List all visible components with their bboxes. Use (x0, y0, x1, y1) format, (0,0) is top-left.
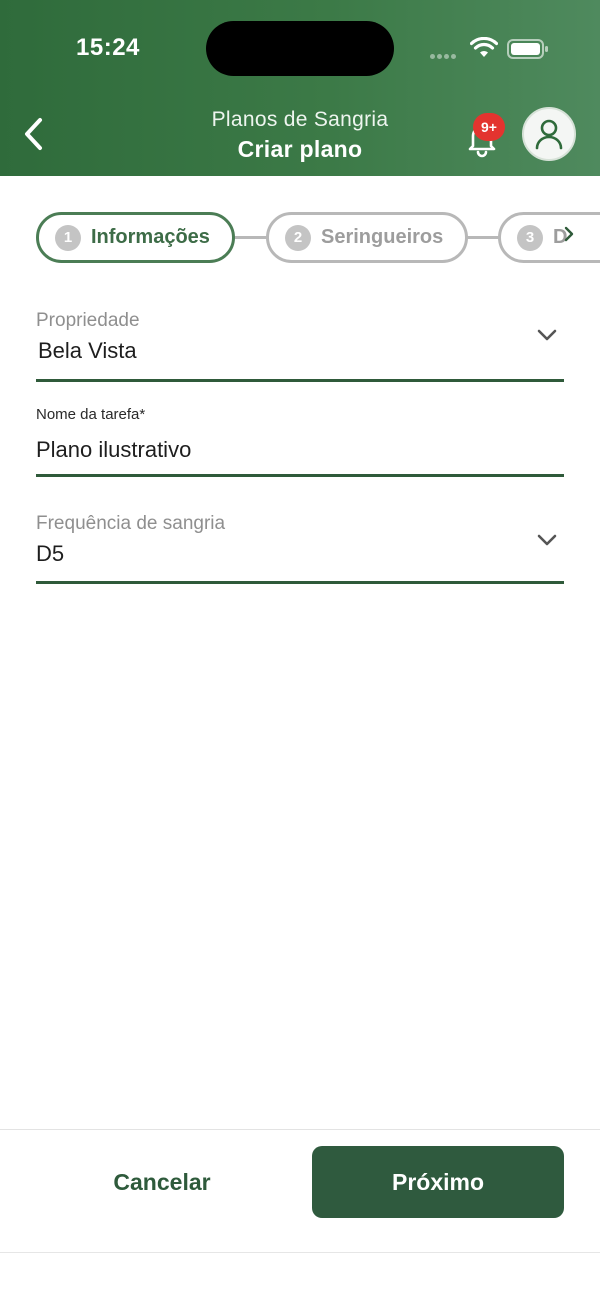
step-seringueiros[interactable]: 2 Seringueiros (266, 212, 468, 263)
property-select[interactable]: Propriedade Bela Vista (36, 310, 564, 382)
user-avatar-button[interactable] (522, 107, 576, 161)
stepper: 1 Informações 2 Seringueiros 3 D (0, 212, 600, 264)
step-connector (465, 236, 501, 239)
property-label: Propriedade (36, 310, 140, 331)
step-number: 3 (517, 224, 543, 251)
step-label: Informações (91, 226, 210, 248)
frequency-label: Frequência de sangria (36, 513, 226, 534)
step-3[interactable]: 3 D (498, 212, 600, 263)
step-number: 2 (285, 224, 311, 251)
back-icon (25, 118, 42, 150)
property-underline (36, 379, 564, 382)
property-value: Bela Vista (38, 338, 137, 363)
back-button[interactable] (18, 114, 54, 154)
header-subtitle: Planos de Sangria (211, 108, 389, 131)
dynamic-island (206, 21, 394, 76)
chevron-down-icon (536, 328, 558, 347)
chevron-right-icon[interactable] (563, 226, 575, 247)
app-screen: 15:24 Planos de Sangria Criar plano 9+ 1… (0, 0, 600, 1304)
footer-divider (0, 1129, 600, 1130)
task-name-field[interactable]: Nome da tarefa* Plano ilustrativo (36, 406, 564, 478)
header-titles: Planos de Sangria Criar plano (150, 108, 450, 163)
task-name-value[interactable]: Plano ilustrativo (36, 437, 564, 463)
frequency-value: D5 (36, 541, 65, 566)
user-icon (535, 119, 563, 150)
step-informacoes[interactable]: 1 Informações (36, 212, 235, 263)
notification-badge: 9+ (473, 113, 505, 141)
step-number: 1 (55, 224, 81, 251)
step-connector (232, 236, 270, 239)
app-header: 15:24 Planos de Sangria Criar plano 9+ (0, 0, 600, 176)
next-button[interactable]: Próximo (312, 1146, 564, 1218)
footer-divider-bottom (0, 1252, 600, 1253)
cancel-button[interactable]: Cancelar (40, 1146, 284, 1218)
task-name-underline (36, 474, 564, 477)
wifi-icon (469, 36, 499, 64)
step-label: Seringueiros (321, 226, 444, 248)
frequency-underline (36, 581, 564, 584)
task-name-label: Nome da tarefa* (36, 406, 146, 423)
page-title: Criar plano (237, 136, 363, 162)
battery-icon (507, 38, 549, 65)
chevron-down-icon (536, 533, 558, 552)
status-time: 15:24 (76, 34, 140, 61)
frequency-select[interactable]: Frequência de sangria D5 (36, 513, 564, 585)
cellular-signal-icon (430, 46, 458, 64)
